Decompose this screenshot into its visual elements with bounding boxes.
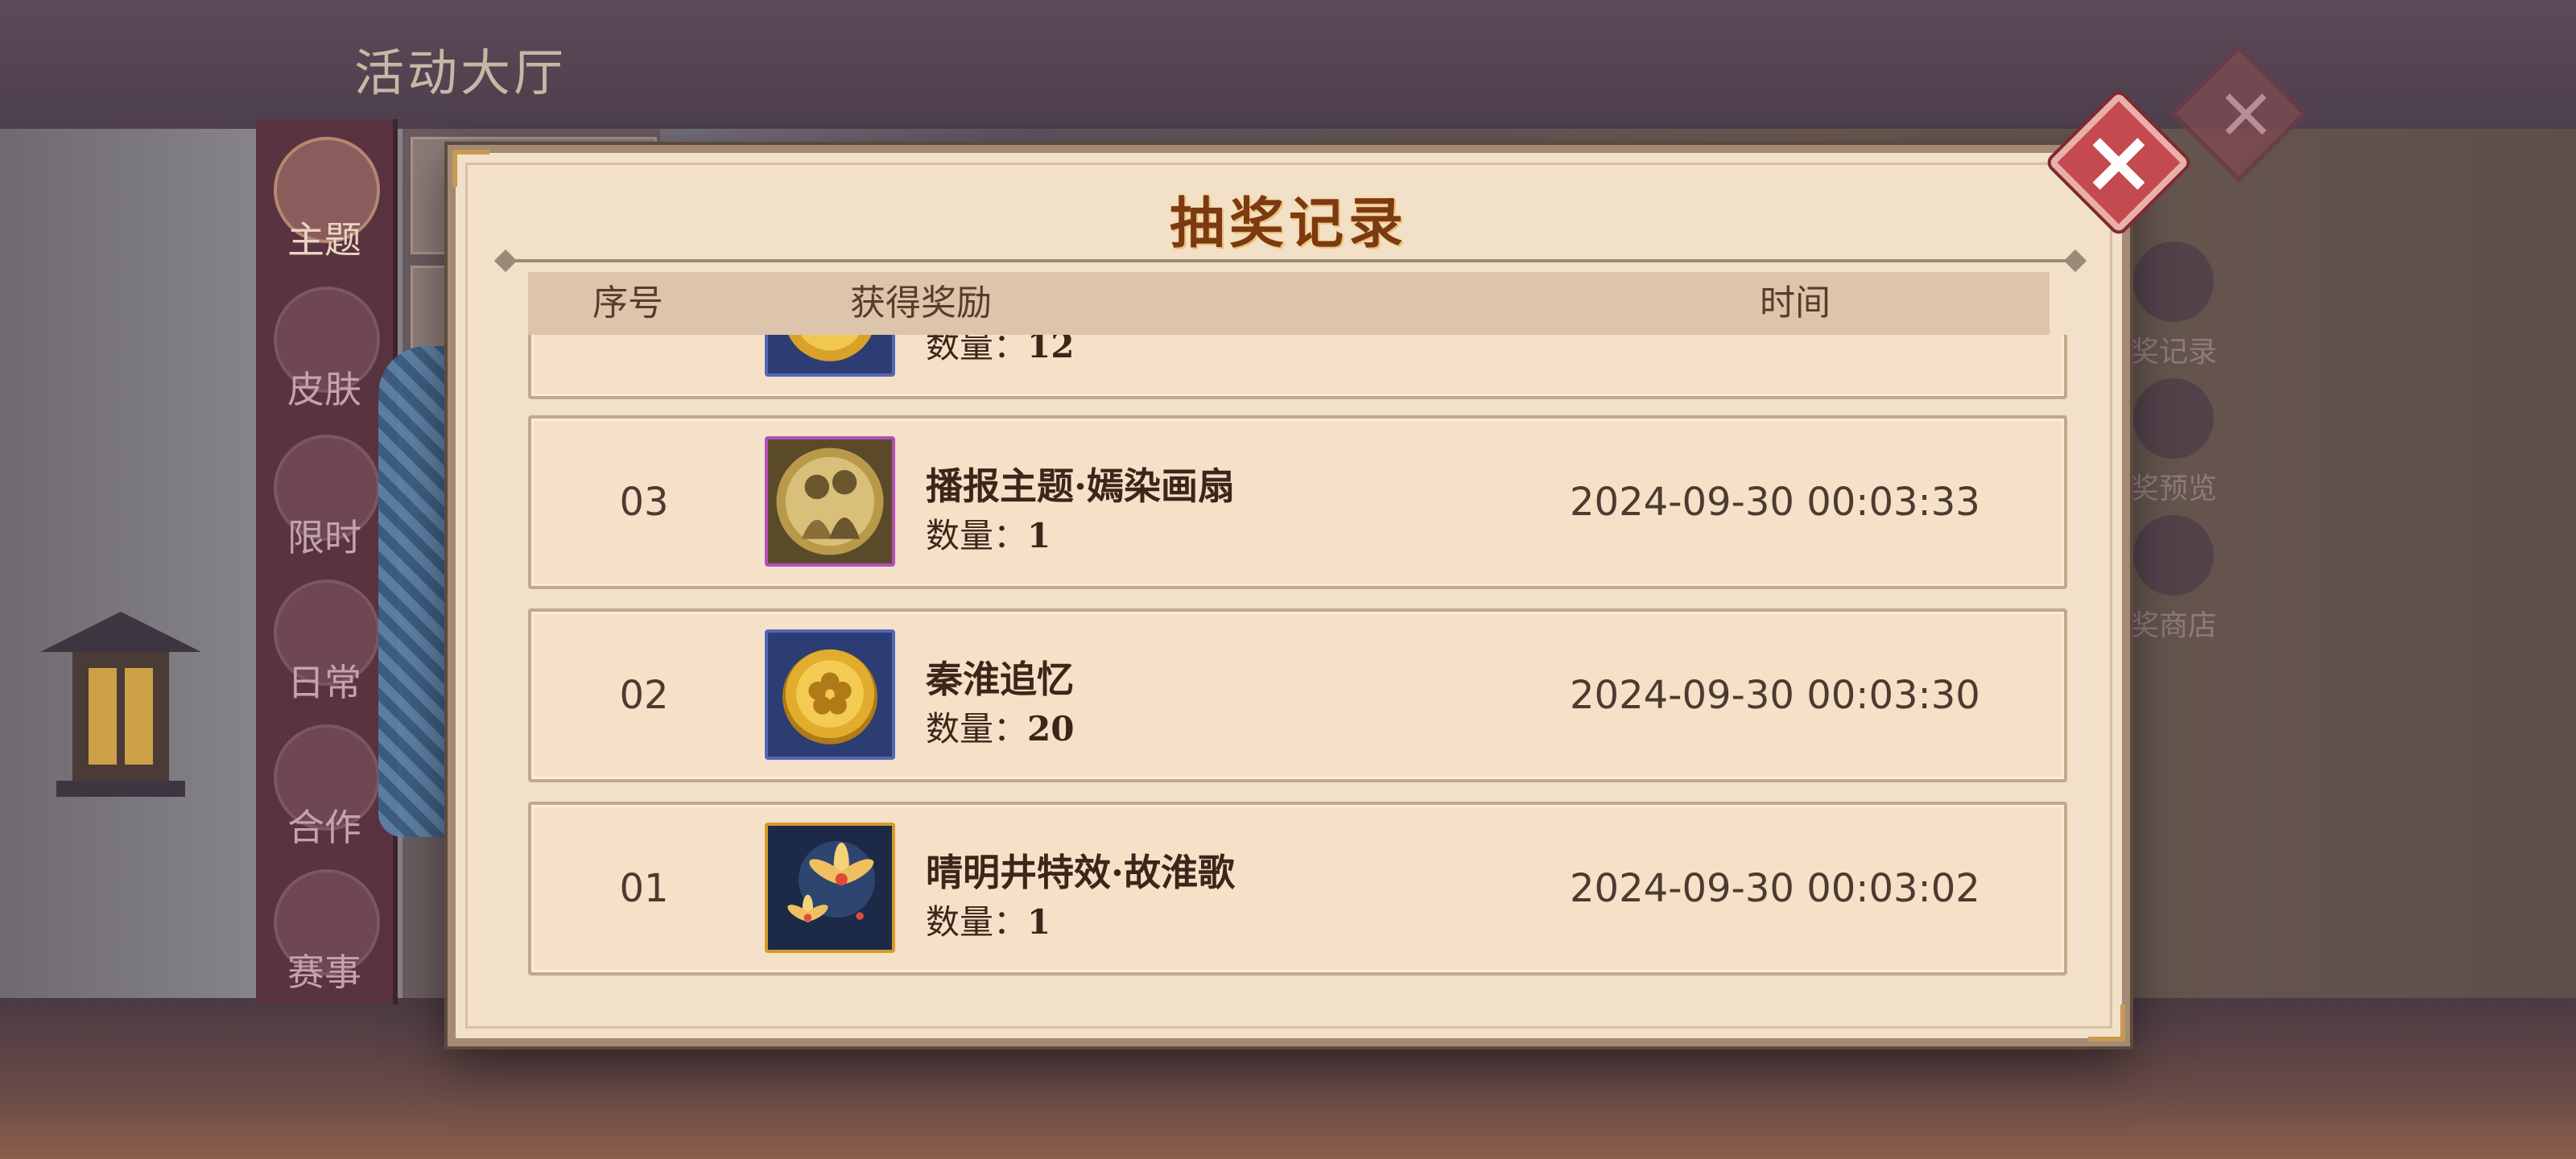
reward-quantity: 数量：1 bbox=[926, 895, 1051, 944]
record-list[interactable]: 数量：12 03 播报主题·嫣染画扇 数量：1 2024-09-30 00:03… bbox=[528, 335, 2070, 1003]
close-icon: × bbox=[2081, 109, 2157, 212]
quantity-label: 数量： bbox=[926, 335, 1028, 365]
couple-portrait-icon bbox=[765, 436, 895, 567]
column-header-index: 序号 bbox=[592, 283, 663, 324]
table-row: 03 播报主题·嫣染画扇 数量：1 2024-09-30 00:03:33 bbox=[528, 415, 2067, 589]
pagoda-lantern-icon bbox=[40, 612, 201, 797]
row-time: 2024-09-30 00:03:02 bbox=[1570, 866, 1980, 911]
hall-title: 活动大厅 bbox=[354, 43, 568, 102]
reward-quantity: 数量：1 bbox=[926, 509, 1051, 558]
nav-item-label: 合作 bbox=[287, 806, 361, 849]
lotus-effect-icon bbox=[765, 823, 895, 953]
nav-item-label: 皮肤 bbox=[287, 368, 361, 411]
draw-record-modal: 抽奖记录 序号 获得奖励 时间 数量：12 03 播报主题·嫣染画扇 数量：1 … bbox=[448, 145, 2130, 1046]
nav-item-label: 主题 bbox=[287, 218, 361, 262]
table-row: 数量：12 bbox=[528, 335, 2067, 399]
row-index: 01 bbox=[619, 866, 669, 911]
reward-name: 秦淮追忆 bbox=[926, 658, 1074, 701]
cat-icon bbox=[2133, 241, 2214, 322]
reward-quantity: 数量：12 bbox=[926, 335, 1074, 368]
quantity-label: 数量： bbox=[926, 516, 1028, 555]
nav-item-coop[interactable]: 合作 bbox=[256, 724, 393, 861]
nav-item-label: 限时 bbox=[287, 516, 361, 559]
table-row: 01 晴明井特效·故淮歌 数量：1 2024-09-30 00:03:02 bbox=[528, 802, 2067, 975]
side-nav: 主题 皮肤 限时 日常 合作 赛事 bbox=[256, 119, 398, 1004]
table-header: 序号 获得奖励 时间 bbox=[528, 272, 2050, 335]
shop-icon bbox=[2133, 515, 2214, 596]
nav-item-limited[interactable]: 限时 bbox=[256, 435, 393, 571]
reward-quantity: 数量：20 bbox=[926, 702, 1074, 751]
menu-label: 奖预览 bbox=[2129, 472, 2217, 505]
quantity-value: 1 bbox=[1027, 516, 1051, 555]
nav-item-events[interactable]: 赛事 bbox=[256, 869, 393, 1006]
row-time: 2024-09-30 00:03:33 bbox=[1570, 480, 1980, 525]
nav-item-daily[interactable]: 日常 bbox=[256, 580, 393, 716]
nav-item-label: 日常 bbox=[287, 661, 361, 704]
row-time: 2024-09-30 00:03:30 bbox=[1570, 673, 1980, 718]
column-header-reward: 获得奖励 bbox=[850, 283, 992, 324]
nav-item-label: 赛事 bbox=[287, 951, 361, 994]
quantity-label: 数量： bbox=[926, 902, 1028, 942]
menu-label: 奖商店 bbox=[2129, 609, 2217, 642]
background-close-icon: × bbox=[2215, 70, 2277, 155]
quantity-label: 数量： bbox=[926, 709, 1028, 749]
gold-coin-icon bbox=[765, 335, 895, 377]
row-index: 03 bbox=[619, 480, 669, 525]
gold-coin-icon bbox=[765, 629, 895, 760]
nav-item-skin[interactable]: 皮肤 bbox=[256, 287, 393, 423]
column-header-time: 时间 bbox=[1760, 283, 1831, 324]
corner-ornament bbox=[2088, 1004, 2125, 1041]
scroll-icon bbox=[2133, 378, 2214, 459]
reward-name: 播报主题·嫣染画扇 bbox=[926, 464, 1236, 508]
nav-item-theme[interactable]: 主题 bbox=[256, 137, 393, 274]
table-row: 02 秦淮追忆 数量：20 2024-09-30 00:03:30 bbox=[528, 608, 2067, 782]
modal-title: 抽奖记录 bbox=[1169, 192, 1408, 256]
quantity-value: 12 bbox=[1027, 335, 1075, 365]
menu-label: 奖记录 bbox=[2129, 336, 2217, 369]
quantity-value: 20 bbox=[1027, 709, 1075, 749]
row-index: 02 bbox=[619, 673, 669, 718]
title-divider bbox=[504, 259, 2074, 262]
quantity-value: 1 bbox=[1027, 902, 1051, 942]
reward-name: 晴明井特效·故淮歌 bbox=[926, 851, 1236, 894]
